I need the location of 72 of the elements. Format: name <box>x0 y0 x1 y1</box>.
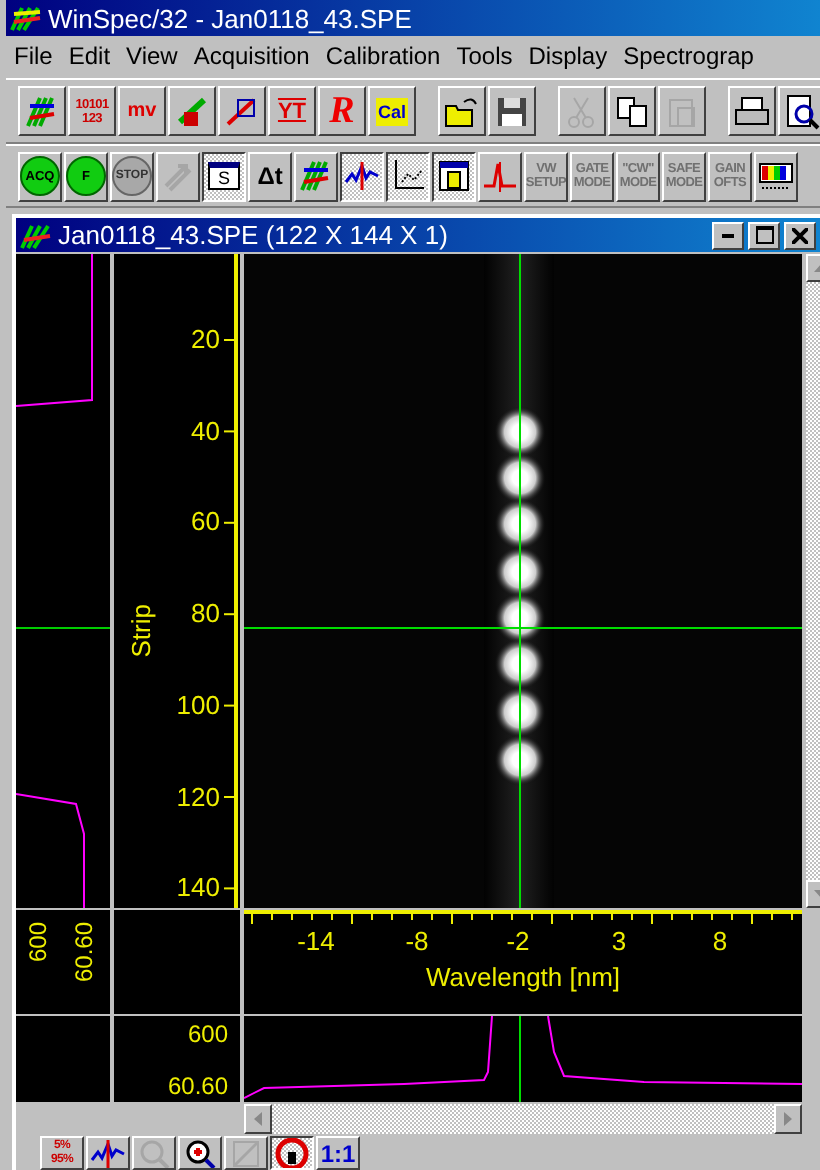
zoomout-icon <box>136 1138 172 1168</box>
zoomin-icon <box>182 1138 218 1168</box>
menu-item[interactable]: Calibration <box>317 42 449 70</box>
colorbar-icon <box>758 158 794 194</box>
document-title: Jan0118_43.SPE (122 X 144 X 1) <box>58 220 448 250</box>
toolbar-button[interactable]: 1:1 <box>316 1136 360 1170</box>
cut-icon <box>564 93 600 129</box>
wave-icon <box>344 158 380 194</box>
y-tick-label: 80 <box>191 598 220 629</box>
document-logo-icon <box>20 221 52 249</box>
x-axis-label: Wavelength [nm] <box>423 962 623 992</box>
axes-icon <box>390 158 426 194</box>
menu-item[interactable]: View <box>118 42 186 70</box>
profile-scale-label: 600 <box>187 1018 228 1050</box>
light-spot <box>494 592 546 644</box>
left-arrow-icon <box>254 1112 262 1126</box>
light-spot <box>494 406 546 458</box>
y-tick-label: 60 <box>191 506 220 537</box>
right-arrow-icon <box>784 1112 792 1126</box>
y-tick-label: 20 <box>191 324 220 354</box>
profile-scale-label: 600 <box>24 922 52 963</box>
y-tick-label: 140 <box>176 872 220 903</box>
y-tick-label: 120 <box>176 781 220 811</box>
x-tick-label: 8 <box>710 926 730 956</box>
maximize-button[interactable] <box>748 221 780 249</box>
toolbar-icon-button[interactable] <box>432 151 476 201</box>
toolbar-button[interactable]: S <box>202 151 246 201</box>
x-tick-label: -8 <box>403 926 431 956</box>
menu-item[interactable]: File <box>6 42 61 70</box>
x-tick-label: -2 <box>504 926 532 956</box>
y-axis-label: Strip <box>126 604 154 658</box>
toolbar-icon-button[interactable] <box>270 1136 314 1170</box>
minimize-icon <box>722 233 734 237</box>
light-spot <box>494 638 546 690</box>
light-spot <box>494 734 546 786</box>
slash-icon <box>228 1138 264 1168</box>
scroll-left-button[interactable] <box>244 1104 272 1134</box>
toolbar-icon-button[interactable] <box>386 151 430 201</box>
profile-scale-label: 60.60 <box>167 1070 228 1102</box>
app-logo-icon <box>10 4 42 32</box>
maximize-icon <box>755 226 773 244</box>
scroll-right-button[interactable] <box>774 1104 802 1134</box>
menu-item[interactable]: Edit <box>60 42 119 70</box>
horizontal-scrollbar[interactable] <box>244 1104 802 1134</box>
close-button[interactable] <box>784 221 816 249</box>
light-spot <box>494 452 546 504</box>
menu-item[interactable]: Spectrograp <box>615 42 762 70</box>
toolbar-button[interactable]: Cal <box>368 86 416 136</box>
y-tick-label: 100 <box>176 689 220 720</box>
x-tick-label: 3 <box>609 926 629 956</box>
paste-icon <box>664 93 700 129</box>
copy-icon <box>614 93 650 129</box>
close-icon <box>792 227 808 243</box>
menu-item[interactable]: Tools <box>448 42 521 70</box>
light-spot <box>494 546 546 598</box>
wave-icon <box>90 1138 126 1168</box>
y-tick-label: 40 <box>191 415 220 446</box>
minimize-button[interactable] <box>712 221 744 249</box>
save-icon <box>494 93 530 129</box>
peak-icon <box>482 158 518 194</box>
open-icon <box>444 93 480 129</box>
toolbar-icon-button[interactable] <box>340 151 384 201</box>
profile-scale-label: 60.60 <box>70 922 98 983</box>
menu-item[interactable]: Display <box>520 42 616 70</box>
light-spot <box>494 498 546 550</box>
toolbar-button[interactable]: Δt <box>248 151 292 201</box>
preview-icon <box>784 93 820 129</box>
light-spot <box>494 686 546 738</box>
print-icon <box>734 93 770 129</box>
window-title: WinSpec/32 - Jan0118_43.SPE <box>48 3 412 33</box>
x-tick-label: -14 <box>295 926 337 956</box>
menu-item[interactable]: Acquisition <box>185 42 318 70</box>
